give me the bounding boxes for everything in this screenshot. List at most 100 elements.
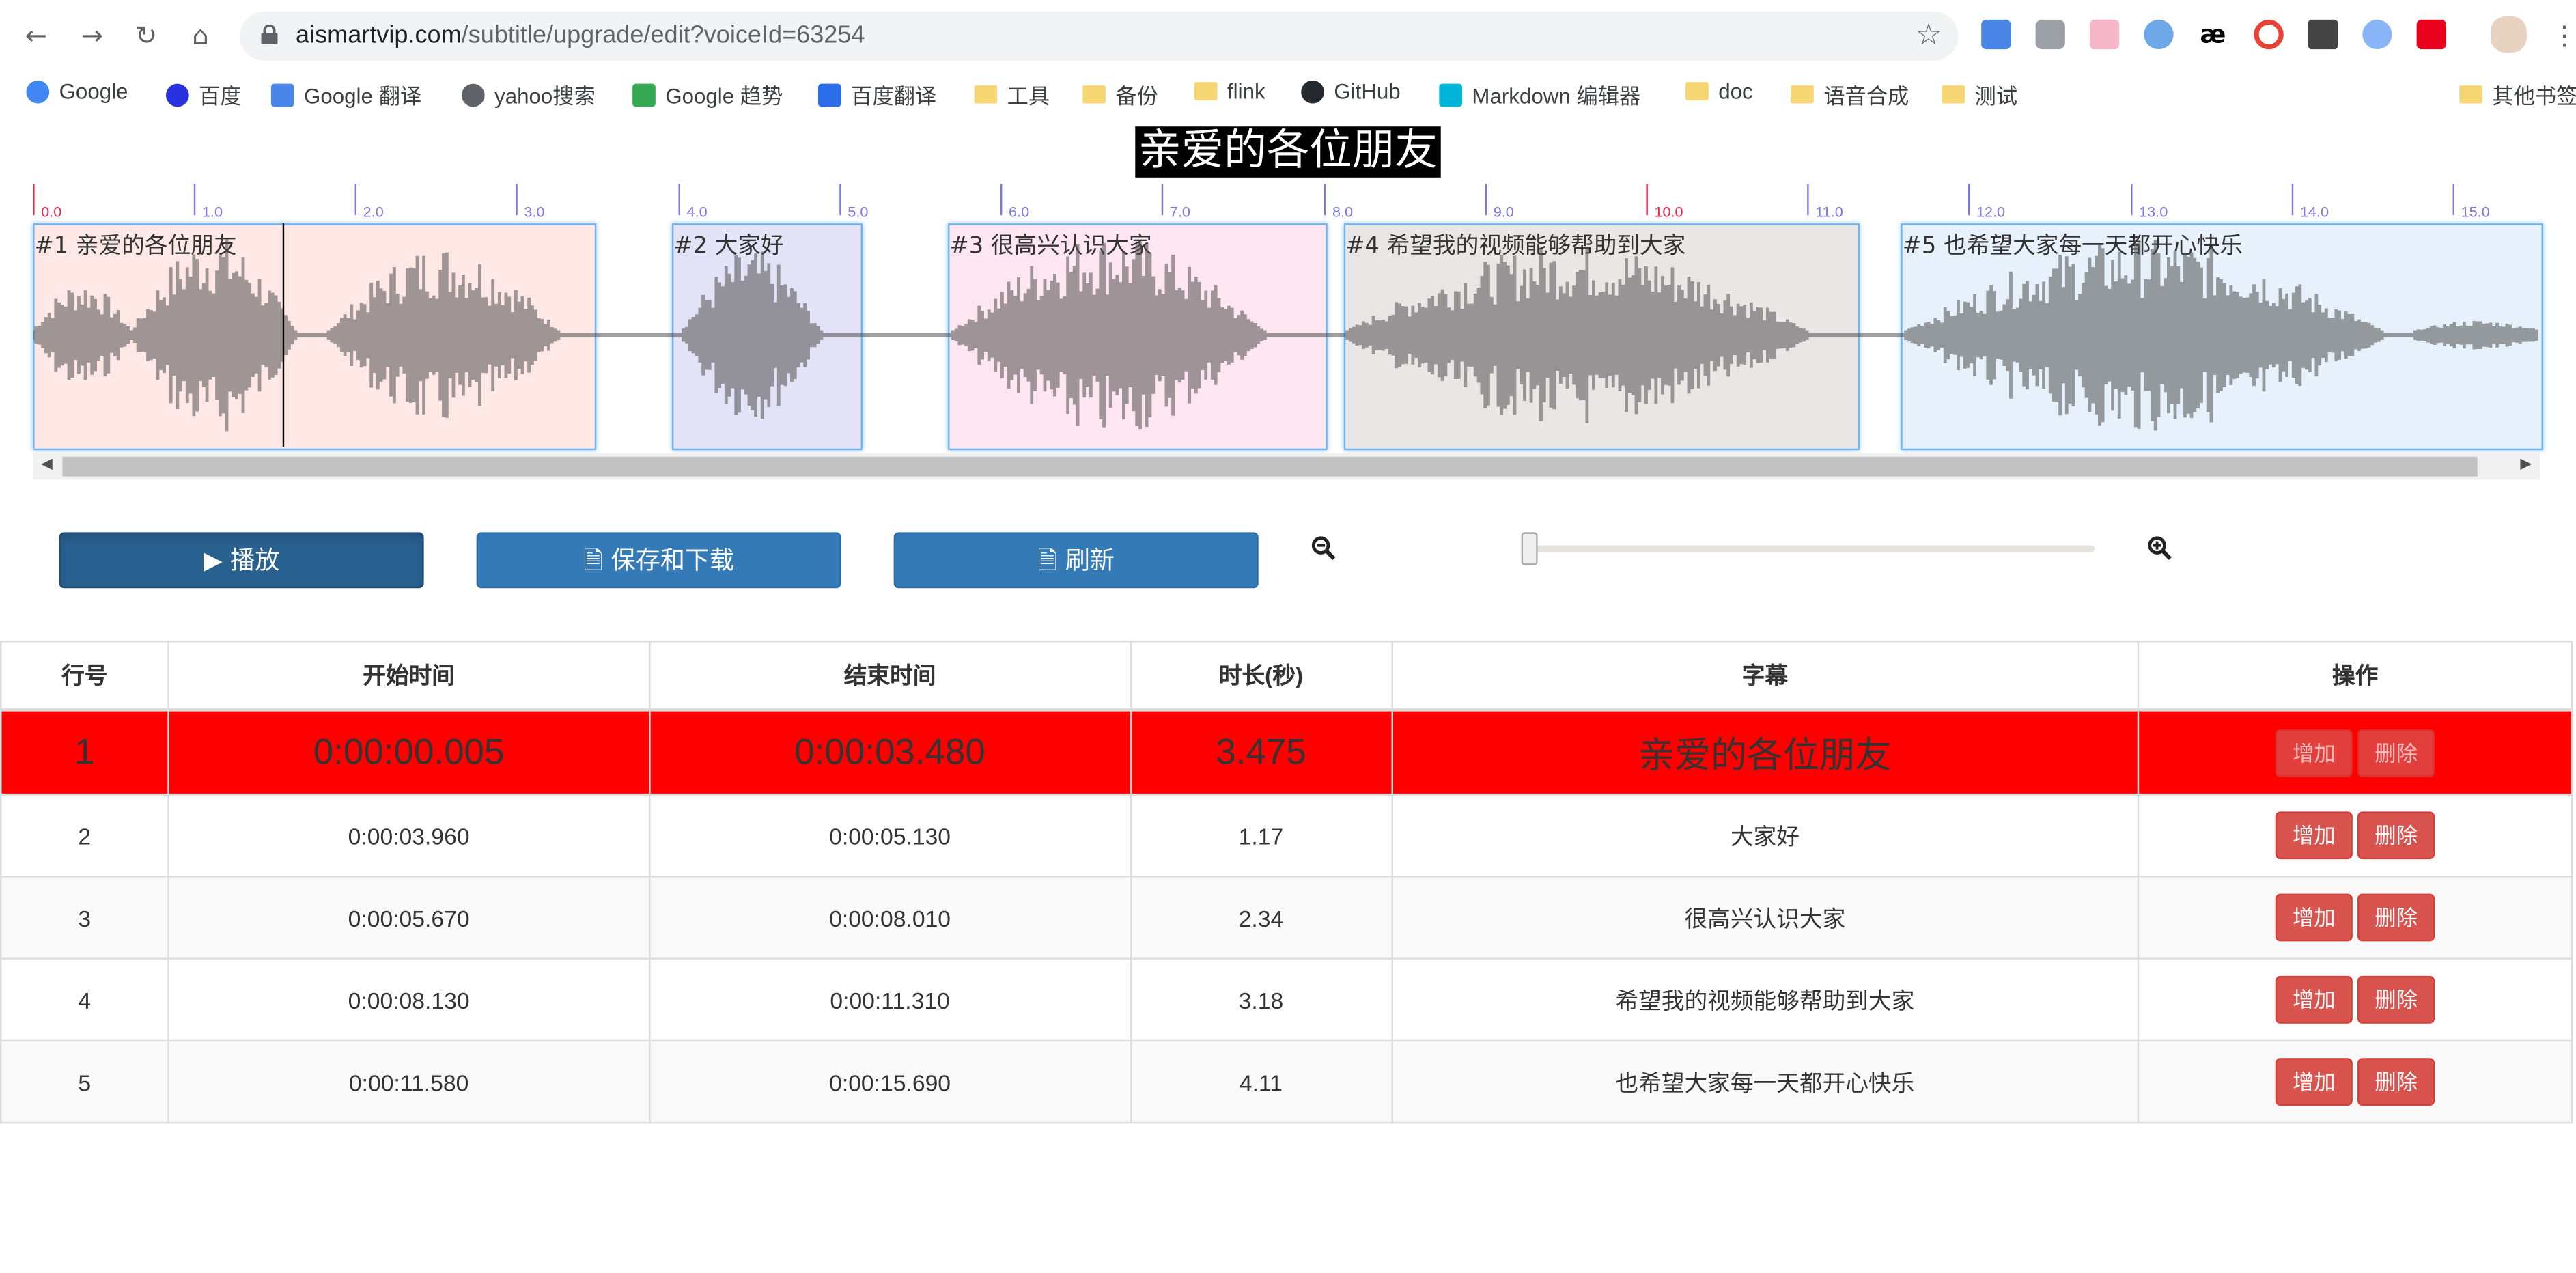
- cell-start-time[interactable]: 0:00:11.580: [167, 1039, 651, 1124]
- globe-extension-icon[interactable]: [2362, 19, 2392, 50]
- scroll-right-arrow-icon[interactable]: ▶: [2520, 457, 2532, 473]
- bookmark-doc[interactable]: doc: [1685, 79, 1753, 104]
- avatar[interactable]: [2490, 16, 2527, 53]
- menu-dots-icon[interactable]: ⋮: [2547, 18, 2576, 54]
- folder-icon: [1194, 82, 1218, 100]
- delete-button[interactable]: 删除: [2357, 1058, 2435, 1106]
- globe-icon: [461, 83, 485, 107]
- delete-button[interactable]: 删除: [2357, 728, 2435, 777]
- folder-icon: [1791, 85, 1814, 104]
- camera-extension-icon[interactable]: [2035, 19, 2065, 50]
- waveform-scrollbar[interactable]: ◀ ▶: [33, 453, 2540, 480]
- back-arrow-icon[interactable]: ←: [18, 18, 54, 54]
- add-button[interactable]: 增加: [2275, 1058, 2353, 1106]
- home-icon[interactable]: ⌂: [182, 18, 219, 54]
- table-row[interactable]: 3 0:00:05.670 0:00:08.010 2.34 很高兴认识大家 增…: [0, 876, 2573, 960]
- tick-label: 15.0: [2461, 204, 2490, 221]
- bookmark-github[interactable]: GitHub: [1301, 79, 1401, 104]
- cell-duration: 3.18: [1130, 957, 1392, 1042]
- tick-label: 0.0: [41, 204, 62, 221]
- table-row[interactable]: 1 0:00:00.005 0:00:03.480 3.475 亲爱的各位朋友 …: [0, 709, 2573, 796]
- add-button[interactable]: 增加: [2275, 975, 2353, 1024]
- forward-arrow-icon[interactable]: →: [74, 18, 110, 54]
- play-button[interactable]: ▶ 播放: [59, 532, 424, 589]
- bookmark-other[interactable]: 其他书签: [2459, 79, 2576, 110]
- cell-subtitle[interactable]: 亲爱的各位朋友: [1390, 709, 2140, 796]
- translate-extension-icon[interactable]: [1981, 19, 2011, 50]
- tick-label: 7.0: [1169, 204, 1190, 221]
- google-icon: [26, 79, 50, 103]
- cell-subtitle[interactable]: 大家好: [1390, 793, 2140, 878]
- url-text: aismartvip.com/subtitle/upgrade/edit?voi…: [296, 21, 865, 49]
- reload-icon[interactable]: ↻: [128, 18, 165, 54]
- bookmark-google[interactable]: Google: [26, 79, 128, 104]
- bookmark-yahoo[interactable]: yahoo搜索: [461, 79, 596, 110]
- tick-label: 13.0: [2139, 204, 2168, 221]
- scroll-left-arrow-icon[interactable]: ◀: [41, 457, 53, 473]
- cell-end-time[interactable]: 0:00:08.010: [648, 876, 1132, 960]
- cell-end-time[interactable]: 0:00:03.480: [648, 709, 1132, 796]
- add-button[interactable]: 增加: [2275, 728, 2353, 777]
- delete-button[interactable]: 删除: [2357, 893, 2435, 942]
- zoom-slider[interactable]: [1528, 545, 2095, 552]
- bookmark-backup[interactable]: 备份: [1082, 79, 1158, 110]
- bookmark-test[interactable]: 测试: [1942, 79, 2017, 110]
- tick-label: 6.0: [1009, 204, 1030, 221]
- delete-button[interactable]: 删除: [2357, 975, 2435, 1024]
- en-extension-icon[interactable]: [2308, 19, 2338, 50]
- add-button[interactable]: 增加: [2275, 811, 2353, 860]
- delete-button[interactable]: 删除: [2357, 811, 2435, 860]
- cell-end-time[interactable]: 0:00:11.310: [648, 957, 1132, 1042]
- ae-extension-icon[interactable]: æ: [2198, 19, 2228, 50]
- table-header-row: 行号 开始时间 结束时间 时长(秒) 字幕 操作: [0, 641, 2573, 712]
- header-subtitle: 字幕: [1390, 641, 2140, 712]
- file-icon: 🗎: [1037, 545, 1065, 575]
- folder-icon: [1685, 82, 1709, 100]
- cell-subtitle[interactable]: 很高兴认识大家: [1390, 876, 2140, 960]
- cell-start-time[interactable]: 0:00:00.005: [167, 709, 651, 796]
- cell-end-time[interactable]: 0:00:15.690: [648, 1039, 1132, 1124]
- leaf-extension-icon[interactable]: [2144, 19, 2174, 50]
- markdown-icon: [1439, 83, 1462, 107]
- timeline-tick: 11.0: [1807, 184, 1843, 220]
- bookmark-markdown[interactable]: Markdown 编辑器: [1439, 79, 1640, 110]
- table-row[interactable]: 5 0:00:11.580 0:00:15.690 4.11 也希望大家每一天都…: [0, 1039, 2573, 1124]
- zoom-out-icon[interactable]: [1311, 535, 1336, 567]
- bookmark-baidu[interactable]: 百度: [165, 79, 242, 110]
- trends-icon: [632, 83, 656, 107]
- zoom-in-icon[interactable]: [2147, 535, 2172, 567]
- refresh-button[interactable]: 🗎 刷新: [893, 532, 1259, 589]
- bookmark-tts[interactable]: 语音合成: [1791, 79, 1909, 110]
- waveform-area[interactable]: #1 亲爱的各位朋友 #2 大家好 #3 很高兴认识大家 #4 希望我的视频能够…: [33, 223, 2543, 453]
- bilibili-extension-icon[interactable]: [2089, 19, 2120, 50]
- cell-actions: 增加 删除: [2137, 1039, 2573, 1124]
- play-icon: ▶: [203, 545, 231, 575]
- bookmark-google-trends[interactable]: Google 趋势: [632, 79, 783, 110]
- cell-start-time[interactable]: 0:00:08.130: [167, 957, 651, 1042]
- bookmark-baidu-translate[interactable]: 百度翻译: [817, 79, 936, 110]
- table-row[interactable]: 2 0:00:03.960 0:00:05.130 1.17 大家好 增加 删除: [0, 793, 2573, 878]
- scrollbar-thumb[interactable]: [62, 456, 2478, 477]
- timeline-tick: 12.0: [1968, 184, 2005, 220]
- cell-end-time[interactable]: 0:00:05.130: [648, 793, 1132, 878]
- cell-subtitle[interactable]: 也希望大家每一天都开心快乐: [1390, 1039, 2140, 1124]
- cell-start-time[interactable]: 0:00:03.960: [167, 793, 651, 878]
- address-bar[interactable]: aismartvip.com/subtitle/upgrade/edit?voi…: [240, 11, 1959, 61]
- cc-extension-icon[interactable]: [2416, 19, 2446, 50]
- playhead-cursor[interactable]: [282, 223, 285, 447]
- cell-subtitle[interactable]: 希望我的视频能够帮助到大家: [1390, 957, 2140, 1042]
- bookmark-google-translate[interactable]: Google 翻译: [270, 79, 421, 110]
- save-download-button[interactable]: 🗎 保存和下载: [476, 532, 841, 589]
- tick-label: 3.0: [524, 204, 545, 221]
- zoom-slider-handle[interactable]: [1521, 532, 1538, 565]
- bookmark-star-icon[interactable]: ☆: [1916, 18, 1942, 53]
- bookmark-tools[interactable]: 工具: [974, 79, 1050, 110]
- table-row[interactable]: 4 0:00:08.130 0:00:11.310 3.18 希望我的视频能够帮…: [0, 957, 2573, 1042]
- translate-icon: [270, 83, 294, 107]
- circle-extension-icon[interactable]: [2254, 19, 2284, 50]
- add-button[interactable]: 增加: [2275, 893, 2353, 942]
- tick-label: 2.0: [363, 204, 384, 221]
- bookmark-flink[interactable]: flink: [1194, 79, 1265, 104]
- cell-start-time[interactable]: 0:00:05.670: [167, 876, 651, 960]
- cell-index: 5: [0, 1039, 169, 1124]
